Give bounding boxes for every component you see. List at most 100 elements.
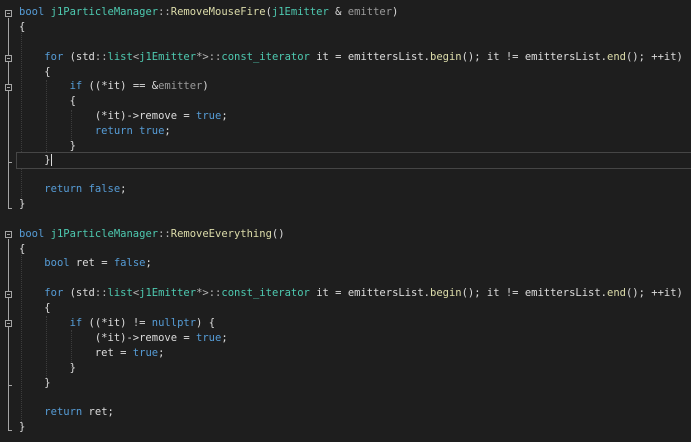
- fold-end: [8, 385, 12, 386]
- keyword: true: [196, 332, 222, 344]
- code-line[interactable]: }: [19, 361, 691, 376]
- code-line[interactable]: ret = true;: [19, 346, 691, 361]
- code-line[interactable]: for (std::list<j1Emitter*>::const_iterat…: [19, 50, 691, 65]
- collapse-icon[interactable]: [5, 291, 12, 298]
- keyword: true: [196, 110, 222, 122]
- code-text: it = emittersList.: [309, 287, 430, 299]
- keyword: return: [44, 406, 83, 418]
- code-text: *it: [101, 80, 121, 92]
- code-text: (); it != emittersList.: [461, 287, 608, 299]
- brace: }: [69, 140, 76, 152]
- class-name: const_iterator: [221, 51, 310, 63]
- code-text: &: [328, 6, 348, 18]
- code-text: ): [392, 6, 399, 18]
- code-line[interactable]: bool j1ParticleManager::RemoveEverything…: [19, 227, 691, 242]
- code-line[interactable]: for (std::list<j1Emitter*>::const_iterat…: [19, 286, 691, 301]
- code-text: ) {: [196, 317, 216, 329]
- operator: *>: [196, 51, 209, 63]
- code-text: *it: [101, 317, 121, 329]
- code-text: ret =: [94, 347, 133, 359]
- code-line[interactable]: {: [19, 65, 691, 80]
- fold-end: [8, 208, 12, 209]
- code-line[interactable]: if ((*it) != nullptr) {: [19, 316, 691, 331]
- brace: {: [44, 66, 51, 78]
- keyword: bool: [19, 6, 45, 18]
- code-line[interactable]: (*it)->remove = true;: [19, 331, 691, 346]
- collapse-icon[interactable]: [5, 84, 12, 91]
- code-text: ret;: [82, 406, 114, 418]
- code-line[interactable]: if ((*it) == &emitter): [19, 79, 691, 94]
- code-line[interactable]: }: [19, 420, 691, 435]
- code-text: (std: [63, 287, 95, 299]
- code-line[interactable]: return ret;: [19, 405, 691, 420]
- fold-guide: [8, 18, 9, 208]
- code-editor[interactable]: bool j1ParticleManager::RemoveMouseFire(…: [0, 0, 691, 442]
- code-text: ) == &: [120, 80, 159, 92]
- code-line[interactable]: {: [19, 301, 691, 316]
- keyword: bool: [44, 257, 70, 269]
- class-name: list: [107, 51, 133, 63]
- operator: ::: [94, 51, 108, 63]
- code-text: ;: [164, 125, 171, 137]
- collapse-icon[interactable]: [5, 320, 12, 327]
- code-text: (std: [63, 51, 95, 63]
- code-line[interactable]: }: [19, 139, 691, 154]
- keyword: return: [94, 125, 133, 137]
- code-text: (); ++it): [625, 51, 683, 63]
- function-name: end: [607, 51, 626, 63]
- class-name: list: [107, 287, 133, 299]
- code-line[interactable]: {: [19, 242, 691, 257]
- code-text: (): [271, 228, 285, 240]
- code-line[interactable]: {: [19, 20, 691, 35]
- brace: {: [19, 243, 26, 255]
- keyword: false: [113, 257, 146, 269]
- code-line[interactable]: return false;: [19, 182, 691, 197]
- fold-guide: [8, 239, 9, 430]
- keyword: true: [132, 347, 159, 359]
- parameter: emitter: [347, 6, 393, 18]
- code-line[interactable]: {: [19, 94, 691, 109]
- collapse-icon[interactable]: [5, 10, 12, 17]
- brace: {: [19, 21, 26, 33]
- code-text: ret =: [69, 257, 114, 269]
- brace: {: [69, 95, 76, 107]
- class-name: j1ParticleManager: [50, 6, 159, 18]
- code-line[interactable]: (*it)->remove = true;: [19, 109, 691, 124]
- parameter: emitter: [158, 80, 203, 92]
- keyword: if: [69, 317, 83, 329]
- code-line[interactable]: }: [19, 376, 691, 391]
- function-name: begin: [430, 51, 462, 63]
- collapse-icon[interactable]: [5, 55, 12, 62]
- code-line[interactable]: bool ret = false;: [19, 256, 691, 271]
- code-text: it = emittersList.: [309, 51, 430, 63]
- code-text: ((: [82, 317, 102, 329]
- class-name: j1ParticleManager: [50, 228, 159, 240]
- current-line[interactable]: }: [16, 152, 691, 169]
- brace: {: [44, 302, 51, 314]
- brace: }: [19, 198, 26, 210]
- code-line[interactable]: }: [19, 197, 691, 212]
- keyword: for: [44, 51, 64, 63]
- class-name: j1Emitter: [139, 51, 197, 63]
- function-name: RemoveEverything: [170, 228, 272, 240]
- class-name: j1Emitter: [139, 287, 197, 299]
- operator: ::: [208, 51, 222, 63]
- collapse-icon[interactable]: [5, 231, 12, 238]
- brace: }: [69, 362, 76, 374]
- code-line[interactable]: bool j1ParticleManager::RemoveMouseFire(…: [19, 5, 691, 20]
- code-text: ;: [145, 257, 152, 269]
- operator: ::: [158, 6, 171, 18]
- code-line[interactable]: return true;: [19, 124, 691, 139]
- operator: ::: [158, 228, 171, 240]
